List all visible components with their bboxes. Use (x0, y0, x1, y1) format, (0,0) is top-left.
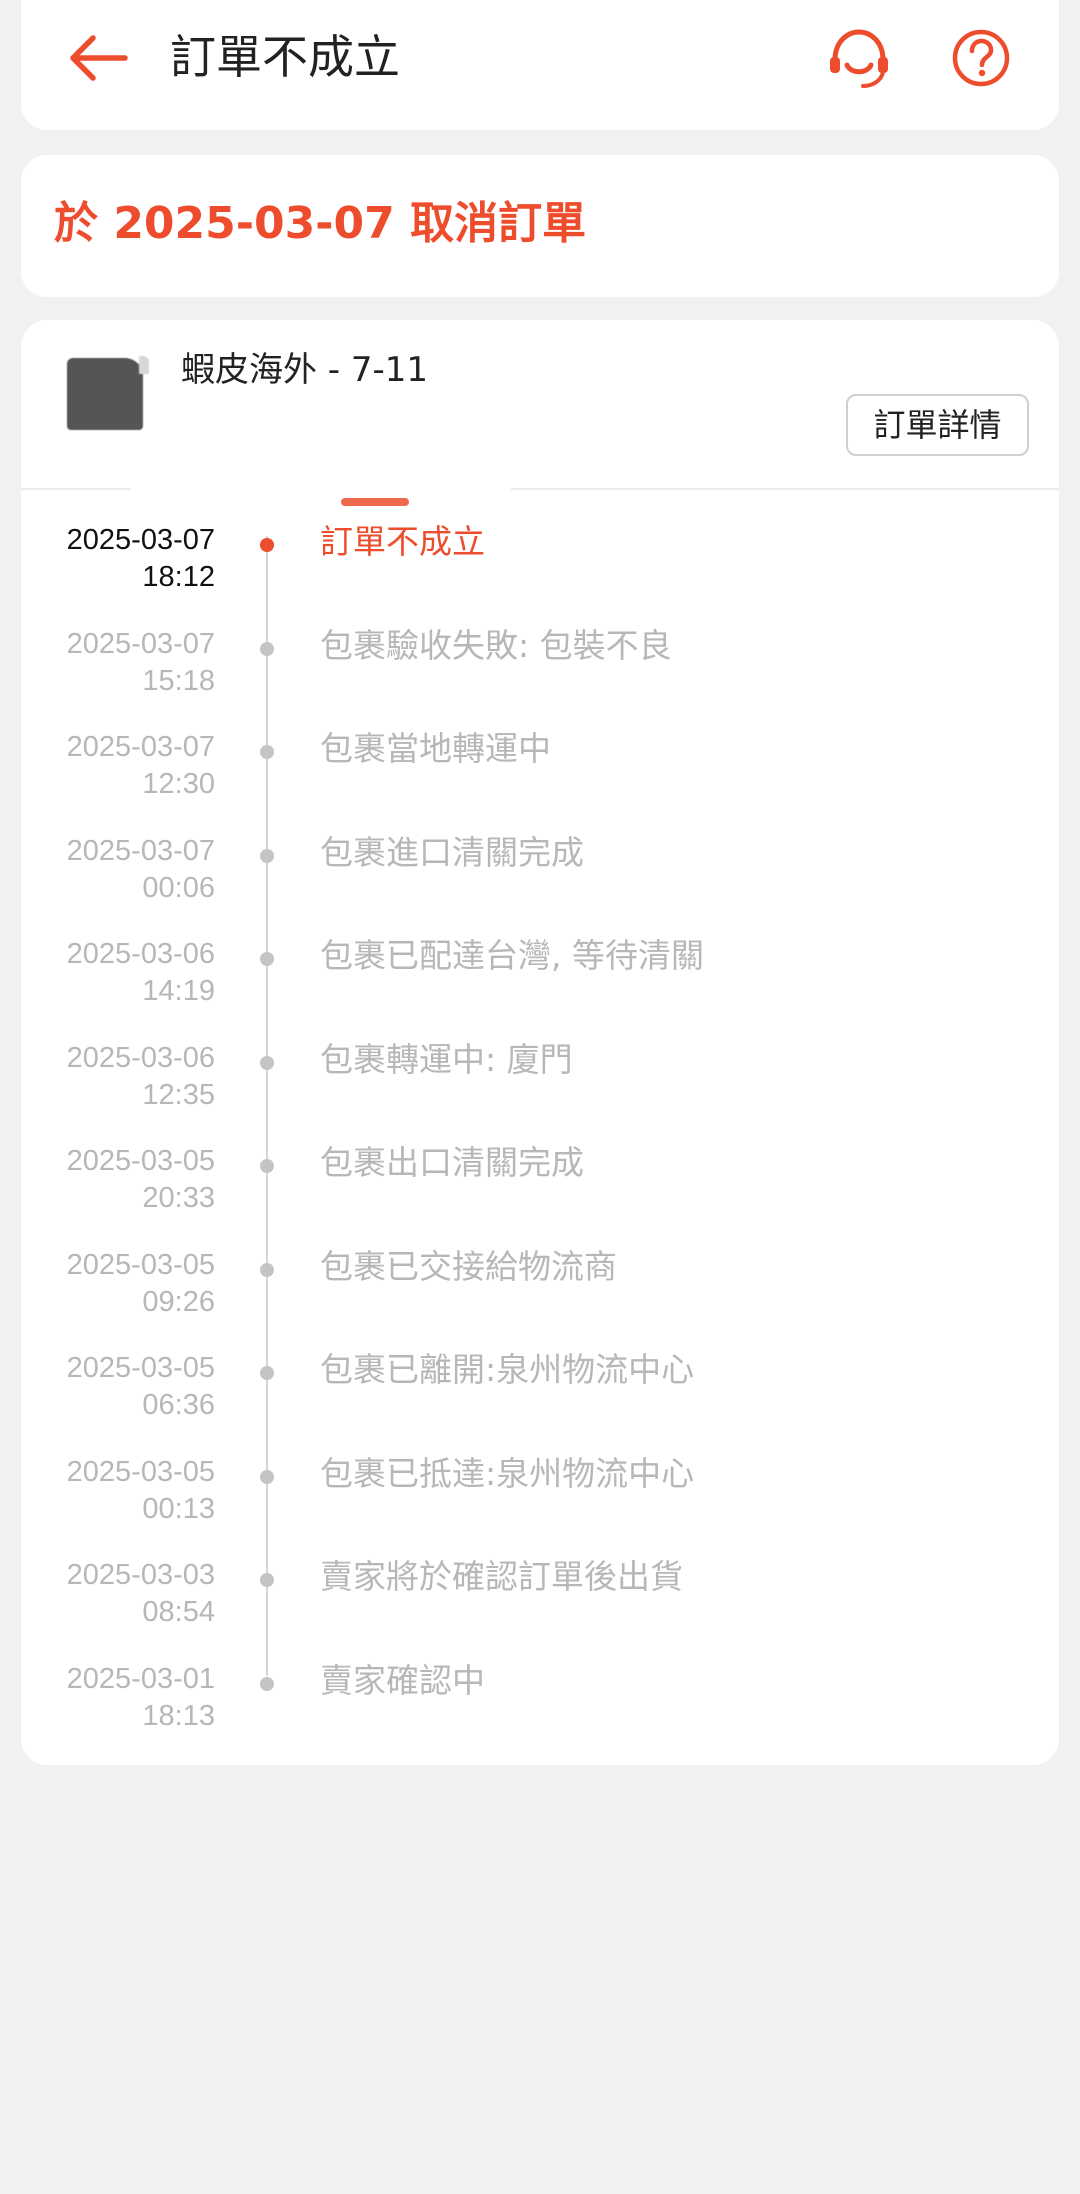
timeline-dot-icon (260, 641, 274, 656)
event-date: 2025-03-06 (66, 938, 215, 970)
event-description: 包裹出口清關完成 (320, 1143, 584, 1182)
product-thumbnail (67, 356, 149, 430)
event-date: 2025-03-01 (66, 1662, 215, 1695)
event-description: 包裹已交接給物流商 (320, 1246, 617, 1286)
event-description: 賣家確認中 (320, 1660, 485, 1700)
timeline-dot-icon (260, 1573, 274, 1587)
event-date: 2025-03-05 (66, 1455, 215, 1488)
tracking-event: 2025-03-07 12:30 包裹當地轉運中 (21, 729, 1059, 833)
event-date: 2025-03-05 (66, 1248, 215, 1281)
active-indicator (341, 498, 409, 506)
event-timestamp: 2025-03-05 20:33 (67, 1143, 215, 1217)
shop-name: 蝦皮海外 - 7-11 (181, 350, 429, 390)
event-description: 包裹進口清關完成 (320, 832, 584, 872)
timeline-dot-icon (260, 848, 274, 863)
event-timestamp: 2025-03-06 14:19 (67, 936, 215, 1010)
question-icon (952, 29, 1010, 87)
page-title: 訂單不成立 (170, 30, 400, 84)
timeline-dot-icon (260, 1366, 274, 1380)
event-time: 18:13 (142, 1699, 215, 1732)
event-date: 2025-03-05 (66, 1145, 215, 1177)
tracking-event: 2025-03-03 08:54 賣家將於確認訂單後出貨 (21, 1557, 1059, 1661)
event-timestamp: 2025-03-01 18:13 (67, 1661, 215, 1735)
event-description: 訂單不成立 (320, 522, 485, 561)
event-time: 15:18 (142, 664, 215, 697)
event-timestamp: 2025-03-05 06:36 (67, 1350, 215, 1424)
event-timestamp: 2025-03-05 00:13 (67, 1454, 215, 1528)
cancel-banner: 於 2025-03-07 取消訂單 (21, 155, 1059, 297)
event-description: 包裹轉運中: 廈門 (320, 1039, 573, 1079)
timeline-dot-icon (260, 952, 274, 966)
tracking-event: 2025-03-07 15:18 包裹驗收失敗: 包裝不良 (21, 626, 1059, 730)
event-description: 包裹驗收失敗: 包裝不良 (320, 625, 672, 665)
help-button[interactable] (943, 20, 1019, 96)
event-time: 14:19 (142, 975, 215, 1007)
timeline-dot-icon (260, 1055, 274, 1070)
event-date: 2025-03-05 (66, 1352, 215, 1384)
event-date: 2025-03-07 (66, 731, 215, 763)
headset-icon (830, 29, 888, 88)
event-timestamp: 2025-03-07 12:30 (67, 729, 215, 803)
order-details-button[interactable]: 訂單詳情 (846, 394, 1029, 456)
event-timestamp: 2025-03-05 09:26 (67, 1247, 215, 1321)
event-date: 2025-03-07 (66, 834, 215, 867)
event-timestamp: 2025-03-07 00:06 (67, 833, 215, 907)
back-arrow-icon (70, 35, 128, 81)
event-time: 18:12 (142, 561, 215, 593)
event-description: 包裹已離開:泉州物流中心 (320, 1350, 695, 1389)
event-timestamp: 2025-03-06 12:35 (67, 1040, 215, 1114)
event-time: 08:54 (142, 1596, 215, 1628)
timeline-dot-icon (260, 538, 274, 552)
event-time: 00:13 (142, 1492, 215, 1525)
timeline-dot-icon (260, 1159, 274, 1173)
tracking-event: 2025-03-05 20:33 包裹出口清關完成 (21, 1143, 1059, 1247)
event-date: 2025-03-06 (66, 1041, 215, 1074)
cancel-date-text: 於 2025-03-07 取消訂單 (54, 198, 587, 249)
timeline-dot-icon (260, 745, 274, 759)
event-time: 20:33 (142, 1182, 215, 1214)
event-description: 包裹當地轉運中 (320, 729, 551, 768)
tracking-event: 2025-03-07 18:12 訂單不成立 (21, 522, 1059, 626)
header-bar: 訂單不成立 (21, 0, 1059, 130)
tracking-event: 2025-03-06 14:19 包裹已配達台灣, 等待清關 (21, 936, 1059, 1040)
event-time: 12:35 (142, 1078, 215, 1111)
timeline-dot-icon (260, 1676, 274, 1691)
event-date: 2025-03-07 (66, 524, 215, 556)
tracking-card: 蝦皮海外 - 7-11 訂單詳情 2025-03-07 18:12 訂單不成立 202… (21, 320, 1059, 1765)
timeline-dot-icon (260, 1262, 274, 1277)
customer-support-button[interactable] (821, 20, 897, 96)
event-time: 12:30 (142, 768, 215, 800)
event-timestamp: 2025-03-07 18:12 (67, 522, 215, 596)
tracking-event: 2025-03-07 00:06 包裹進口清關完成 (21, 833, 1059, 937)
event-date: 2025-03-03 (66, 1559, 215, 1591)
event-description: 包裹已配達台灣, 等待清關 (320, 936, 704, 975)
tracking-event: 2025-03-06 12:35 包裹轉運中: 廈門 (21, 1040, 1059, 1144)
tracking-event: 2025-03-01 18:13 賣家確認中 (21, 1661, 1059, 1765)
event-time: 09:26 (142, 1285, 215, 1318)
event-time: 00:06 (142, 871, 215, 904)
event-description: 賣家將於確認訂單後出貨 (320, 1557, 683, 1596)
timeline-dot-icon (260, 1469, 274, 1484)
event-timestamp: 2025-03-03 08:54 (67, 1557, 215, 1631)
tracking-event: 2025-03-05 09:26 包裹已交接給物流商 (21, 1247, 1059, 1351)
event-description: 包裹已抵達:泉州物流中心 (320, 1453, 695, 1493)
tracking-event: 2025-03-05 06:36 包裹已離開:泉州物流中心 (21, 1350, 1059, 1454)
event-time: 06:36 (142, 1389, 215, 1421)
event-date: 2025-03-07 (66, 627, 215, 660)
back-button[interactable] (57, 28, 147, 88)
tracking-event: 2025-03-05 00:13 包裹已抵達:泉州物流中心 (21, 1454, 1059, 1558)
event-timestamp: 2025-03-07 15:18 (67, 626, 215, 700)
